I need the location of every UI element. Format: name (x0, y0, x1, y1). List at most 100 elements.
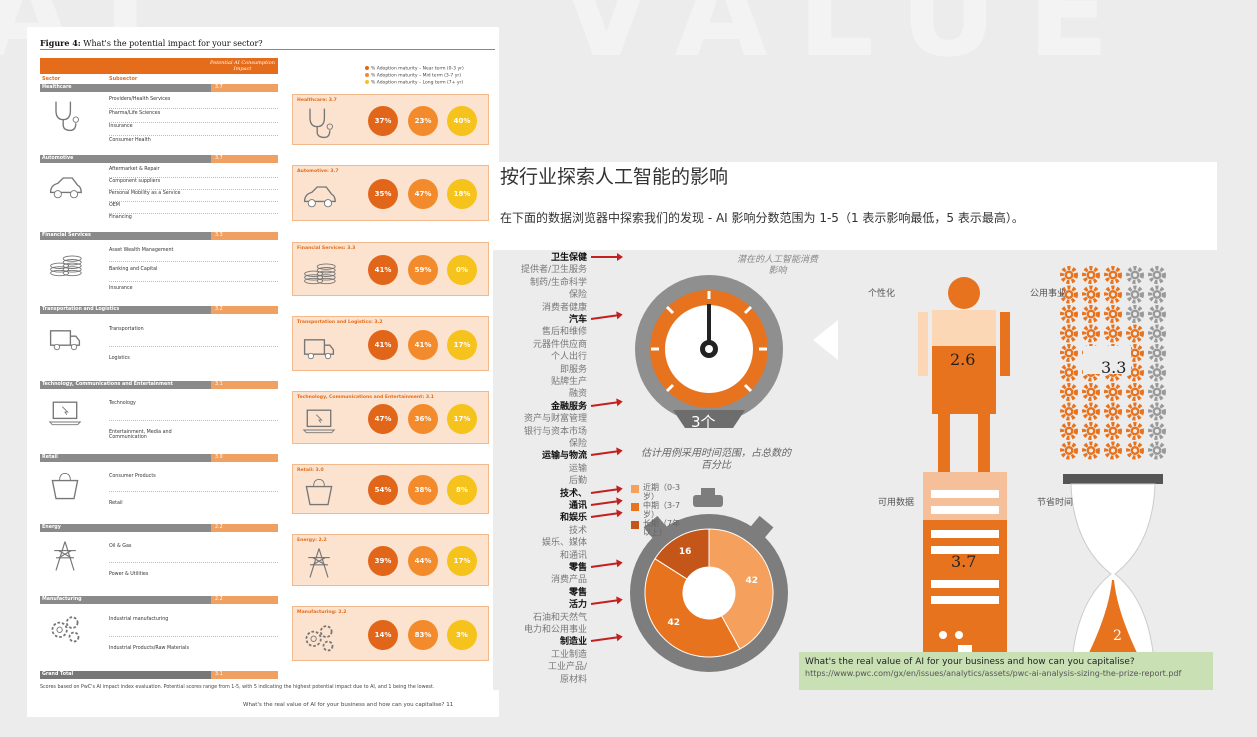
gear-icon (1126, 422, 1144, 440)
sector-column-header: Sector (42, 76, 61, 82)
data-label: 可用数据 (878, 498, 915, 508)
card-title: Financial Services: 3.3 (297, 246, 356, 251)
long-term-circle: 40% (447, 105, 477, 136)
truck-icon (47, 320, 83, 356)
panel-intro: 在下面的数据浏览器中探索我们的发现 - AI 影响分数范围为 1-5（1 表示影… (500, 211, 1024, 225)
gear-icon (1060, 266, 1078, 284)
gear-icon (1082, 383, 1100, 401)
sector-row: Technology, Communications and Entertain… (40, 381, 278, 389)
sector-card[interactable]: Retail: 3.0 54% 38% 8% (292, 464, 489, 514)
sector-score: 3.0 (211, 454, 278, 462)
divider (109, 121, 278, 123)
near-term-circle: 41% (368, 329, 398, 360)
subsector-item: Technology (109, 401, 136, 407)
sector-card[interactable]: Automotive: 3.7 35% 47% 18% (292, 165, 489, 221)
gear-icon (1082, 305, 1100, 323)
donut-value-label: 42 (667, 618, 680, 629)
divider (40, 49, 495, 50)
sector-card[interactable]: Healthcare: 3.7 37% 23% 40% (292, 94, 489, 145)
gear-icon (1126, 383, 1144, 401)
gear-icon (1126, 285, 1144, 304)
subsector-item: Component suppliers (109, 179, 161, 184)
donut-legend-item: 长期（7年以上） (631, 519, 691, 539)
gear-icon (1148, 422, 1166, 440)
source-caption: What's the real value of AI for your bus… (799, 652, 1213, 690)
mid-term-circle: 38% (408, 475, 438, 505)
long-term-circle: 8% (447, 475, 477, 505)
subsector-item: Providers/Health Services (109, 96, 171, 102)
gauge-value: 3个 (691, 413, 716, 431)
divider (109, 177, 278, 178)
sector-name: Healthcare (42, 85, 72, 90)
donut-legend-item: 中期（3-7岁） (631, 501, 691, 521)
sector-card[interactable]: Energy: 2.2 39% 44% 17% (292, 534, 489, 586)
gear-icon (1148, 305, 1166, 323)
stethoscope-icon (301, 105, 341, 139)
divider (109, 635, 278, 637)
donut-hole (683, 567, 735, 619)
sector-card[interactable]: Transportation and Logistics: 3.2 41% 41… (292, 316, 489, 371)
pylon-icon (301, 545, 341, 579)
gear-icon (1060, 441, 1078, 460)
gear-icon (1082, 422, 1100, 440)
card-title: Healthcare: 3.7 (297, 98, 337, 103)
divider (109, 345, 278, 347)
mid-term-circle: 44% (408, 546, 438, 576)
gear-icon (1082, 441, 1100, 460)
page-footer: What's the real value of AI for your bus… (243, 702, 454, 708)
gear-icon (1060, 422, 1078, 440)
donut-value-label: 42 (745, 575, 759, 586)
gear-icon (1148, 344, 1166, 362)
time-saving-value: 2 (1113, 628, 1122, 644)
personalisation-label: 个性化 (868, 289, 896, 299)
donut-label: 估计用例采用时间范围，占总数的百分比 (641, 448, 791, 471)
sector-score: 3.7 (211, 155, 278, 163)
sector-name: Automotive (42, 156, 74, 161)
annotation-arrow (591, 253, 623, 261)
gear-icon (1082, 402, 1100, 421)
gear-icon (1126, 441, 1144, 460)
pylon-icon (47, 538, 83, 574)
gear-icon (1148, 324, 1166, 343)
gears-icon (47, 610, 83, 646)
subsector-item: Pharma/Life Sciences (109, 110, 161, 116)
chinese-explorer-panel: 按行业探索人工智能的影响 在下面的数据浏览器中探索我们的发现 - AI 影响分数… (493, 162, 1217, 690)
sector-row: Manufacturing 2.2 (40, 596, 278, 604)
sector-card[interactable]: Manufacturing: 2.2 14% 83% 3% (292, 606, 489, 661)
sector-name: Retail (42, 455, 58, 460)
sector-row: Transportation and Logistics 3.2 (40, 306, 278, 314)
figure-title: Figure 4: What's the potential impact fo… (40, 38, 263, 48)
mid-term-circle: 36% (408, 403, 438, 434)
long-term-circle: 3% (447, 619, 477, 650)
time-saving-label: 节省时间 (1037, 498, 1074, 508)
gear-icon (1104, 285, 1122, 304)
subsector-item: Retail (109, 500, 123, 506)
divider (109, 261, 278, 263)
sector-name: Financial Services (42, 233, 91, 238)
subsector-item: Transportation (109, 326, 144, 332)
sector-score: 2.2 (211, 524, 278, 532)
subsector-item: Consumer Products (109, 473, 156, 479)
gear-icon (1060, 305, 1078, 323)
subsector-column-header: Subsector (109, 76, 138, 82)
car-icon (301, 178, 341, 212)
sector-row: Financial Services 3.3 (40, 232, 278, 240)
gear-icon (1104, 402, 1122, 421)
gear-icon (1104, 324, 1122, 343)
impact-column-header: Potential AI Consumption Impact (210, 60, 275, 72)
sector-row: Healthcare 3.7 (40, 84, 278, 92)
gear-icon (1082, 324, 1100, 343)
shopping-bag-icon (47, 468, 83, 504)
gear-icon (1148, 383, 1166, 401)
card-title: Energy: 2.2 (297, 538, 327, 543)
subsector-item: Insurance (109, 124, 133, 130)
caption-url[interactable]: https://www.pwc.com/gx/en/issues/analyti… (805, 669, 1185, 679)
sector-card[interactable]: Financial Services: 3.3 41% 59% 0% (292, 242, 489, 296)
near-term-circle: 54% (368, 475, 398, 505)
subsector-item: Entertainment, Media and Communication (109, 429, 172, 440)
legend-item: % Adoption maturity – Near term (0-3 yr) (365, 66, 464, 72)
gear-icon (1148, 266, 1166, 284)
near-term-circle: 39% (368, 546, 398, 576)
card-title: Retail: 3.0 (297, 468, 324, 473)
sector-card[interactable]: Technology, Communications and Entertain… (292, 391, 489, 444)
